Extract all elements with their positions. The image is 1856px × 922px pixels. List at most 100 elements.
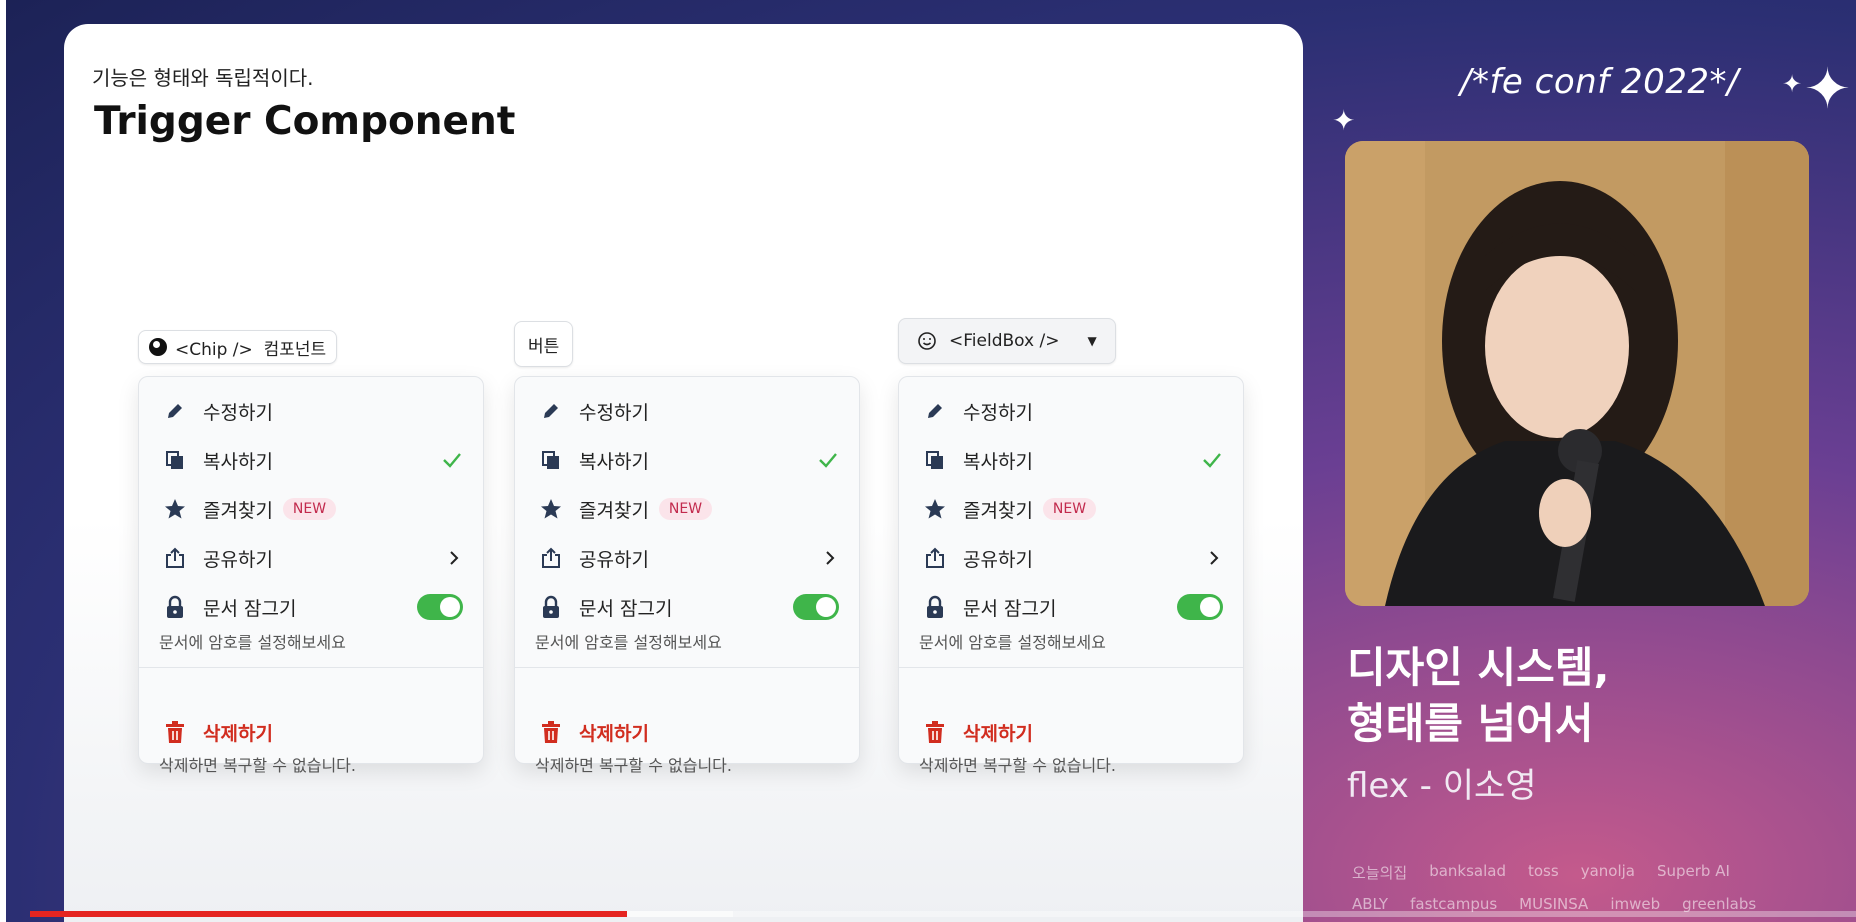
pencil-icon [921, 397, 949, 425]
delete-description: 삭제하면 복구할 수 없습니다. [919, 756, 1116, 775]
talk-title-line: 디자인 시스템, [1347, 643, 1610, 692]
lock-icon [537, 593, 565, 621]
menu-item-label: 삭제하기 [579, 722, 649, 745]
menu-item-copy[interactable]: 복사하기 [161, 440, 463, 480]
menu-item-share[interactable]: 공유하기 [161, 538, 463, 578]
menu-item-label: 복사하기 [203, 450, 273, 473]
lock-description: 문서에 암호를 설정해보세요 [919, 633, 1106, 652]
trash-icon [921, 718, 949, 746]
sponsor-logo: yanolja [1580, 862, 1635, 880]
menu-item-share[interactable]: 공유하기 [537, 538, 839, 578]
menu-item-lock[interactable]: 문서 잠그기 [921, 587, 1223, 627]
chevron-right-icon [1205, 549, 1223, 567]
menu-item-delete[interactable]: 삭제하기 [537, 712, 839, 752]
lock-toggle[interactable] [1177, 594, 1223, 620]
fieldbox-trigger-label: <FieldBox /> [949, 331, 1060, 351]
menu-item-copy[interactable]: 복사하기 [921, 440, 1223, 480]
chip-trigger[interactable]: <Chip /> 컴포넌트 [138, 330, 338, 364]
trash-icon [161, 718, 189, 746]
menu-item-edit[interactable]: 수정하기 [537, 391, 839, 431]
star-icon [161, 495, 189, 523]
video-progress-bar[interactable] [30, 911, 1856, 917]
menu-divider [899, 667, 1243, 668]
lock-toggle[interactable] [793, 594, 839, 620]
conference-logo: /*fe conf 2022*/ [1460, 62, 1739, 102]
menu-item-label: 즐겨찾기 [963, 499, 1033, 522]
sponsor-logo: 오늘의집 [1352, 864, 1408, 882]
chip-trigger-label: <Chip /> 컴포넌트 [175, 339, 327, 360]
menu-item-lock[interactable]: 문서 잠그기 [537, 587, 839, 627]
check-icon [817, 449, 839, 471]
menu-divider [139, 667, 483, 668]
menu-item-label: 수정하기 [963, 401, 1033, 424]
pencil-icon [161, 397, 189, 425]
sponsor-logo: Superb AI [1656, 862, 1730, 880]
menu-item-delete[interactable]: 삭제하기 [921, 712, 1223, 752]
menu-item-label: 즐겨찾기 [203, 499, 273, 522]
menu-item-label: 문서 잠그기 [963, 597, 1057, 620]
dropdown-menu-chip: 수정하기 복사하기 즐겨찾기 NEW 공유하기 문서 잠그기 문서에 암호를 설… [138, 376, 484, 775]
dropdown-menu-button: 수정하기 복사하기 즐겨찾기 NEW 공유하기 문서 잠그기 문서에 암호를 설… [514, 376, 860, 775]
talk-title: 디자인 시스템, 형태를 넘어서 [1347, 640, 1807, 752]
dropdown-menu-fieldbox: 수정하기 복사하기 즐겨찾기 NEW 공유하기 문서 잠그기 문서에 암호를 설… [898, 376, 1244, 775]
menu-item-lock[interactable]: 문서 잠그기 [161, 587, 463, 627]
check-icon [441, 449, 463, 471]
menu-item-label: 공유하기 [579, 548, 649, 571]
button-trigger[interactable]: 버튼 [514, 321, 574, 367]
menu-item-label: 복사하기 [579, 450, 649, 473]
fieldbox-trigger[interactable]: <FieldBox /> ▼ [898, 318, 1116, 364]
menu-item-delete[interactable]: 삭제하기 [161, 712, 463, 752]
menu-item-edit[interactable]: 수정하기 [921, 391, 1223, 431]
menu-item-label: 삭제하기 [203, 722, 273, 745]
check-icon [1201, 449, 1223, 471]
lock-description: 문서에 암호를 설정해보세요 [159, 633, 346, 652]
trash-icon [537, 718, 565, 746]
menu-item-label: 문서 잠그기 [579, 597, 673, 620]
chevron-right-icon [821, 549, 839, 567]
lock-toggle[interactable] [417, 594, 463, 620]
new-badge: NEW [282, 498, 337, 520]
new-badge: NEW [1042, 498, 1097, 520]
new-badge: NEW [658, 498, 713, 520]
share-icon [161, 544, 189, 572]
delete-description: 삭제하면 복구할 수 없습니다. [159, 756, 356, 775]
menu-item-copy[interactable]: 복사하기 [537, 440, 839, 480]
copy-icon [537, 446, 565, 474]
menu-item-label: 삭제하기 [963, 722, 1033, 745]
sparkle-icon: ✦ [1332, 104, 1356, 137]
star-icon [921, 495, 949, 523]
lock-description: 문서에 암호를 설정해보세요 [535, 633, 722, 652]
menu-item-label: 수정하기 [203, 401, 273, 424]
copy-icon [161, 446, 189, 474]
talk-title-line: 형태를 넘어서 [1347, 699, 1594, 748]
caret-down-icon: ▼ [1087, 334, 1097, 348]
video-progress-fill [30, 911, 628, 917]
share-icon [921, 544, 949, 572]
menu-item-favorite[interactable]: 즐겨찾기 NEW [161, 489, 463, 529]
menu-item-favorite[interactable]: 즐겨찾기 NEW [537, 489, 839, 529]
window-edge [0, 0, 6, 922]
menu-item-share[interactable]: 공유하기 [921, 538, 1223, 578]
menu-item-edit[interactable]: 수정하기 [161, 391, 463, 431]
smiley-icon [918, 332, 936, 350]
menu-item-label: 공유하기 [963, 548, 1033, 571]
star-icon [537, 495, 565, 523]
speaker-video [1345, 141, 1809, 606]
speaker-name: flex - 이소영 [1347, 766, 1537, 806]
button-trigger-label: 버튼 [528, 336, 560, 357]
delete-description: 삭제하면 복구할 수 없습니다. [535, 756, 732, 775]
sponsor-logo: toss [1528, 862, 1559, 880]
menu-item-label: 즐겨찾기 [579, 499, 649, 522]
sparkle-icon: ✦ [1782, 70, 1803, 98]
menu-divider [515, 667, 859, 668]
sparkle-icon: ✦ [1804, 57, 1851, 122]
chevron-right-icon [445, 549, 463, 567]
copy-icon [921, 446, 949, 474]
menu-item-favorite[interactable]: 즐겨찾기 NEW [921, 489, 1223, 529]
pencil-icon [537, 397, 565, 425]
lock-icon [161, 593, 189, 621]
sponsor-logo: banksalad [1429, 862, 1506, 880]
share-icon [537, 544, 565, 572]
sponsor-row: 오늘의집 banksalad toss yanolja Superb AI [1352, 862, 1730, 883]
menu-item-label: 공유하기 [203, 548, 273, 571]
